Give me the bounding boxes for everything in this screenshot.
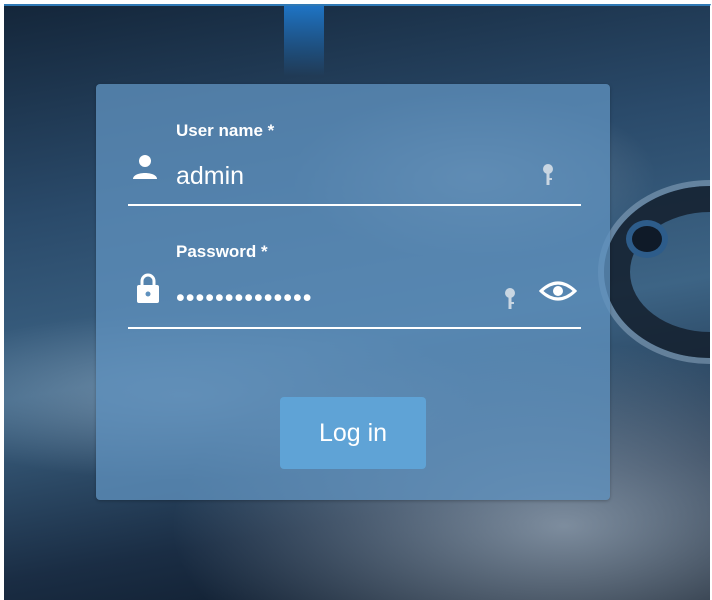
background-light-beam (284, 6, 324, 76)
login-button[interactable]: Log in (280, 397, 426, 469)
key-icon[interactable] (504, 287, 516, 316)
eye-icon[interactable] (538, 279, 578, 308)
password-underline (128, 327, 581, 329)
background-image: User name * admin Password * •••••••••••… (4, 4, 711, 600)
login-form: User name * admin Password * •••••••••••… (96, 84, 610, 500)
password-label: Password * (176, 242, 268, 261)
key-icon[interactable] (542, 163, 554, 192)
username-label: User name * (176, 121, 275, 140)
disk-platter (604, 186, 710, 358)
lock-icon (136, 272, 160, 309)
username-field[interactable]: admin (176, 162, 244, 191)
password-field[interactable]: •••••••••••••• (176, 284, 313, 313)
person-icon (132, 154, 158, 185)
username-underline (128, 204, 581, 206)
disk-hub (632, 226, 662, 252)
